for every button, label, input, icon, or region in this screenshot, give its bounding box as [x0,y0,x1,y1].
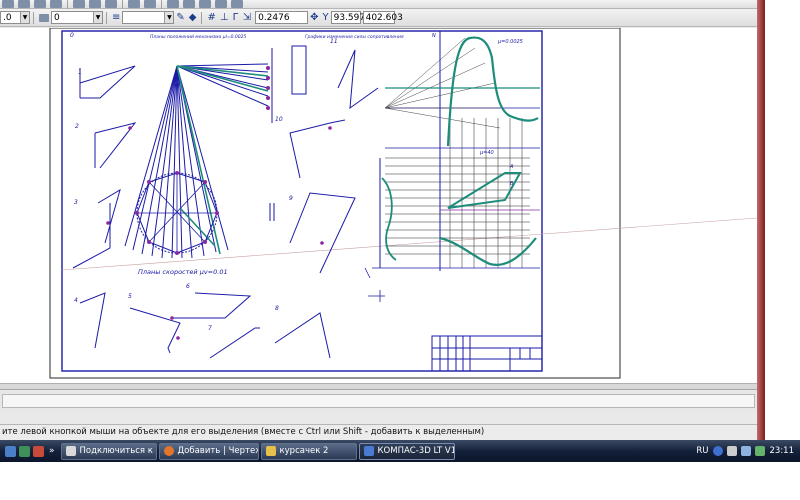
sheet-border [49,28,621,379]
select-arrow-icon[interactable] [167,0,179,8]
y-coordinate-field[interactable]: 402.603 [362,11,403,24]
drawing-sheet[interactable]: Планы положений механизма μl=0.0025 Граф… [0,28,757,383]
desktop-background [0,462,800,500]
taskbar-item-firefox[interactable]: Добавить | Чертеж... [158,442,259,460]
toolbar-separator [106,11,107,24]
taskbar-item-connect[interactable]: Подключиться к се... [60,442,157,460]
clock[interactable]: 23:11 [770,446,795,456]
line-style-select[interactable]: .0 ▼ [0,11,30,24]
block-label: 0 [70,32,74,39]
desktop: .0 ▼ 0 ▼ ≡ ▼ ✎ ◆ # ⊥ Г ⇲ 0.2476 ✥ Y 93.5… [0,0,800,500]
y-coordinate-icon: Y [322,12,329,23]
axis-label: N [432,33,436,39]
save-icon[interactable] [34,0,46,8]
block-label: 10 [275,116,283,123]
local-cs-icon[interactable]: ⇲ [243,12,251,23]
main-toolbar [0,0,757,10]
ortho-icon[interactable]: ⊥ [220,12,229,23]
property-panel [0,389,757,411]
taskbar-item-folder[interactable]: курсачек 2 [260,442,357,460]
paste-icon[interactable] [105,0,117,8]
property-panel-area[interactable] [2,394,755,408]
desktop-icon[interactable] [5,445,16,457]
taskbar: » Подключиться к се... Добавить | Чертеж… [0,440,800,462]
open-icon[interactable] [18,0,30,8]
taskbar-item-kompas[interactable]: КОМПАС-3D LT V1... [358,442,455,460]
point-label: A [509,164,514,170]
help-icon[interactable] [712,446,723,456]
y-coordinate-value: 402.603 [365,12,403,23]
snap-icon[interactable]: Г [233,12,239,23]
scale-label: μ=0.0025 [497,39,523,45]
zoom-out-icon[interactable] [215,0,227,8]
layer-icon[interactable] [39,13,49,22]
taskbar-item-label: курсачек 2 [279,446,329,456]
folder-icon [265,446,276,456]
quick-launch: » [0,445,59,457]
network-icon [65,446,76,456]
copy-icon[interactable] [89,0,101,8]
taskbar-item-label: Добавить | Чертеж... [177,446,258,456]
x-coordinate-field[interactable]: 93.597 [330,11,365,24]
grid-icon[interactable]: # [207,12,215,23]
toolbar-separator [33,11,34,24]
redo-icon[interactable] [144,0,156,8]
block-label: 8 [275,305,279,312]
chevron-down-icon[interactable]: ▼ [93,12,102,23]
block-label: 6 [186,283,190,290]
app-shortcut-icon[interactable] [33,445,44,457]
properties-toolbar: .0 ▼ 0 ▼ ≡ ▼ ✎ ◆ # ⊥ Г ⇲ 0.2476 ✥ Y 93.5… [0,9,757,27]
status-bar: ите левой кнопкой мыши на объекте для ег… [0,424,757,440]
chevron-down-icon[interactable]: ▼ [164,12,174,23]
new-document-icon[interactable] [2,0,14,8]
pan-icon[interactable]: ✥ [310,12,318,23]
heading-positions: Планы положений механизма μl=0.0025 [150,34,247,40]
layer-select[interactable]: 0 ▼ [51,11,103,24]
point-label: B [510,181,514,187]
kompas-icon [363,446,374,456]
security-icon[interactable] [754,446,765,456]
color-icon[interactable]: ✎ [176,12,184,23]
taskbar-item-label: Подключиться к се... [79,446,156,456]
system-tray: RU 23:11 [696,440,800,462]
status-hint-text: ите левой кнопкой мыши на объекте для ег… [2,427,485,437]
cut-icon[interactable] [73,0,85,8]
block-label: 4 [74,297,78,304]
heading-forces: Графики изменения силы сопротивления [305,34,404,40]
zoom-all-icon[interactable] [231,0,243,8]
kompas-window: .0 ▼ 0 ▼ ≡ ▼ ✎ ◆ # ⊥ Г ⇲ 0.2476 ✥ Y 93.5… [0,0,765,440]
block-label: 2 [75,123,79,130]
zoom-in-icon[interactable] [183,0,195,8]
block-label: 5 [128,293,132,300]
line-style-value: .0 [3,12,12,23]
print-preview-icon[interactable] [50,0,62,8]
zoom-field[interactable]: 0.2476 [255,11,309,24]
volume-icon[interactable] [740,446,751,456]
window-frame-edge [757,0,765,440]
block-label: 3 [74,199,78,206]
app-shortcut-icon[interactable] [19,445,30,457]
language-indicator[interactable]: RU [696,446,708,456]
state-select[interactable]: ▼ [122,11,175,24]
firefox-icon [163,446,174,456]
zoom-value: 0.2476 [258,12,290,23]
block-label: 7 [208,325,212,332]
drawing-canvas[interactable]: Планы положений механизма μl=0.0025 Граф… [0,28,757,383]
toolbar-separator [201,11,203,24]
undo-icon[interactable] [128,0,140,8]
block-label: 11 [330,38,338,45]
zoom-window-icon[interactable] [199,0,211,8]
eraser-icon[interactable]: ◆ [189,12,197,23]
heading-velocities: Планы скоростей μv=0.01 [138,268,228,276]
layers-icon[interactable]: ≡ [112,12,120,23]
scale-label: μ=40 [479,150,494,156]
network-status-icon[interactable] [726,446,737,456]
taskbar-item-label: КОМПАС-3D LT V1... [377,446,454,456]
chevron-down-icon[interactable]: ▼ [20,12,29,23]
x-coordinate-value: 93.597 [333,12,366,23]
layer-value: 0 [54,12,60,23]
chevron-right-icon[interactable]: » [49,446,55,456]
block-label: 9 [289,195,293,202]
